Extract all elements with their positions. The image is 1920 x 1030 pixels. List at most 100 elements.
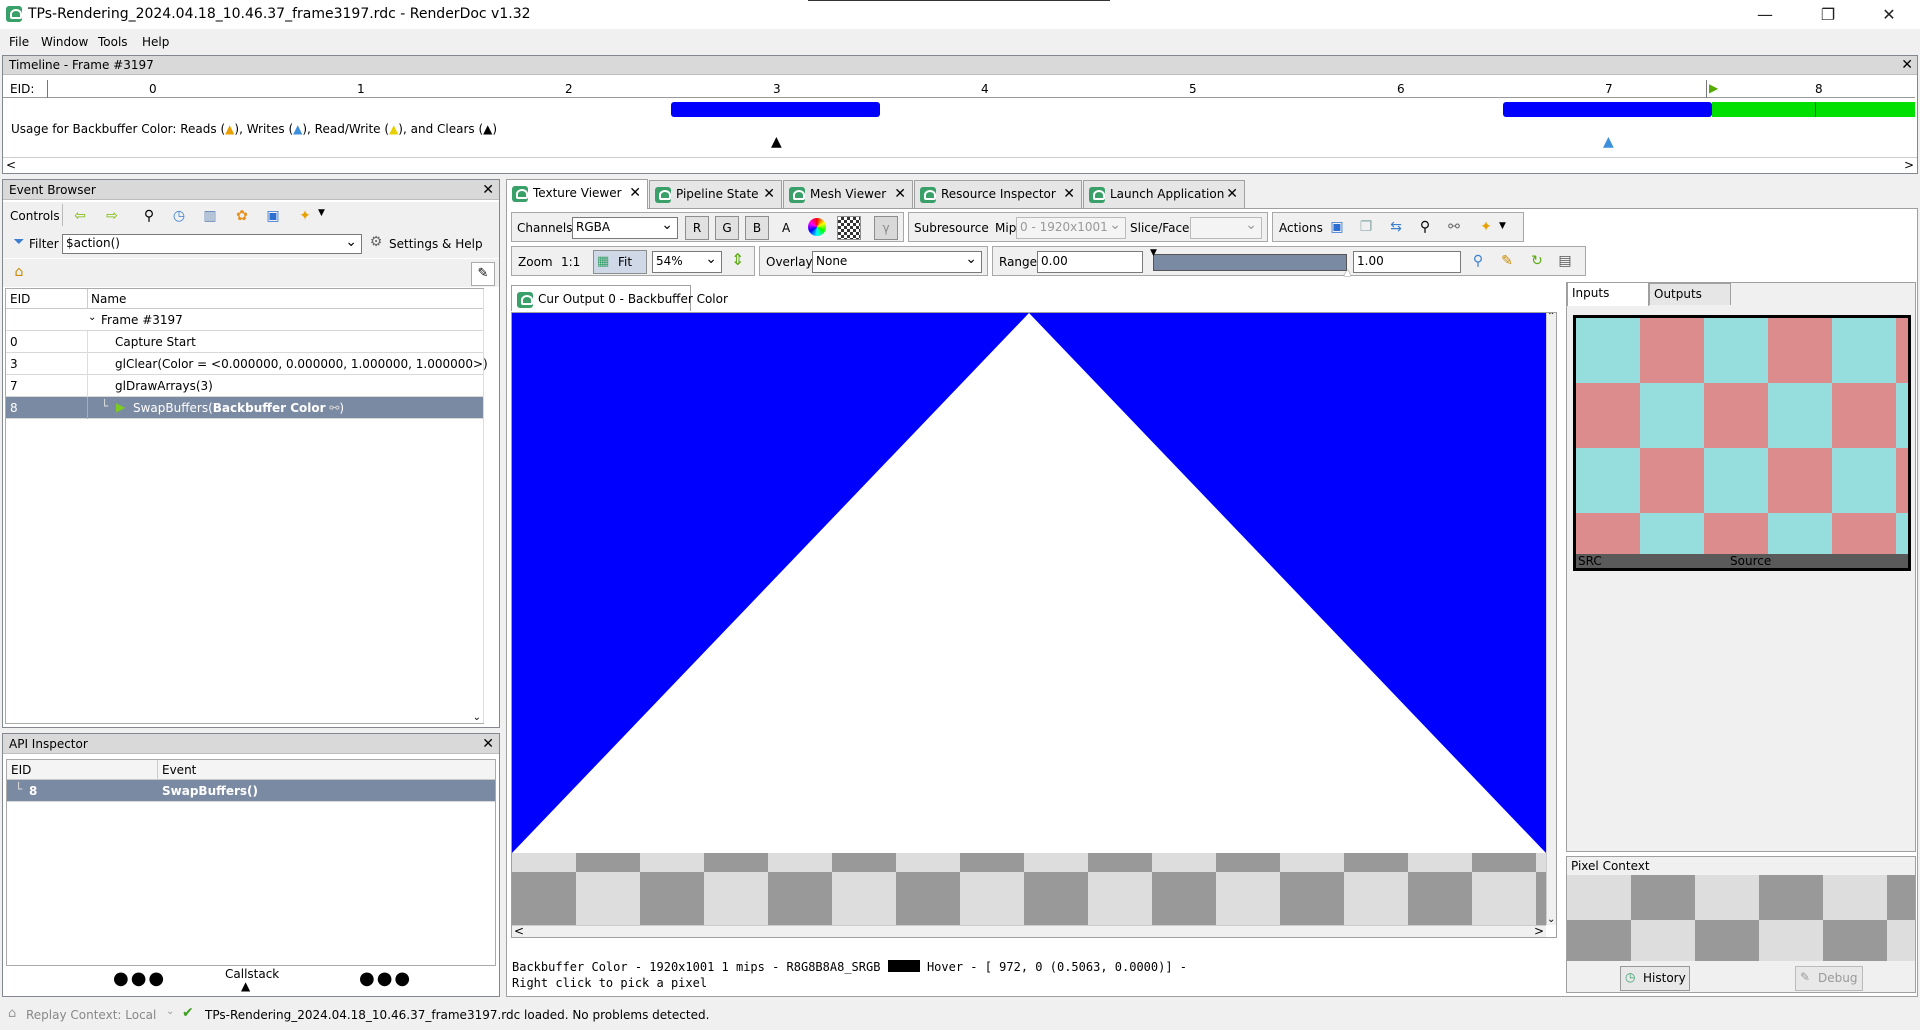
history-button[interactable]: ◷ History [1620,966,1690,991]
tab-outputs[interactable]: Outputs [1649,283,1731,305]
scroll-up-icon[interactable]: ⌃ [1547,313,1555,322]
home-bookmark-icon[interactable]: ⌂ [10,263,28,281]
input-thumbnail[interactable]: SRC Source [1573,315,1911,571]
texture-extensions-dropdown-icon[interactable]: ▼ [1499,221,1506,231]
resource-link-text[interactable]: Backbuffer Color [213,401,326,415]
tree-row[interactable]: 0 Capture Start [6,331,483,353]
autofit-range-icon[interactable]: ✎ [1498,252,1516,270]
scroll-down-icon[interactable]: ⌄ [1547,914,1555,925]
resource-link-icon[interactable]: ⚯ [326,401,339,415]
close-tab-icon[interactable]: ✕ [763,186,775,202]
col-event-header[interactable]: Event [162,763,196,777]
callstack-label[interactable]: Callstack [225,967,279,981]
scroll-left-icon[interactable]: < [514,924,524,937]
channel-b-toggle[interactable]: B [745,216,769,240]
debug-button[interactable]: ✎ Debug [1795,966,1863,991]
extensions-icon[interactable]: ✦ [296,207,314,225]
gamma-toggle[interactable]: γ [874,216,898,240]
filter-input[interactable]: $action() [62,234,362,254]
tab-cur-output[interactable]: Cur Output 0 - Backbuffer Color [511,285,728,311]
menu-tools[interactable]: Tools [98,35,128,49]
settings-help-link[interactable]: Settings & Help [389,237,483,251]
previous-event-icon[interactable]: ⇦ [71,207,89,225]
more-left-icon[interactable]: ●●● [113,968,166,989]
zoom-select[interactable]: 54% [652,251,722,273]
find-icon[interactable]: ⚲ [140,207,158,225]
col-eid-header[interactable]: EID [10,292,30,306]
save-texture-icon[interactable]: ▣ [1328,218,1346,236]
tree-row[interactable]: 7 glDrawArrays(3) [6,375,483,397]
timeline-block-swap[interactable] [1712,102,1915,117]
more-right-icon[interactable]: ●●● [359,968,412,989]
fit-toggle[interactable]: ▦ Fit [593,250,647,274]
tab-resource-inspector[interactable]: Resource Inspector ✕ [914,180,1082,208]
link-icon[interactable]: ⚯ [1445,218,1463,236]
channel-g-toggle[interactable]: G [715,216,739,240]
slice-face-select[interactable] [1190,217,1262,239]
replay-context-dropdown-icon[interactable]: ⌄ [166,1006,174,1017]
api-call-row[interactable]: └ 8 SwapBuffers() [7,780,495,802]
overlay-select[interactable]: None [812,251,982,273]
colorize-icon[interactable]: ✿ [233,207,251,225]
time-durations-icon[interactable]: ◷ [170,207,188,225]
channel-r-toggle[interactable]: R [685,216,709,240]
close-tab-icon[interactable]: ✕ [894,186,906,202]
range-histogram[interactable] [1153,254,1347,271]
col-name-header[interactable]: Name [91,292,126,306]
flip-y-icon[interactable]: ⇕ [731,250,744,269]
scroll-right-icon[interactable]: > [1534,924,1544,937]
zoom-1-1-button[interactable]: 1:1 [561,255,580,269]
tree-row-selected[interactable]: 8 └ ▶ SwapBuffers(Backbuffer Color ⚯) [6,397,483,419]
expand-chevron-icon[interactable]: ⌄ [88,312,96,323]
texture-extensions-icon[interactable]: ✦ [1477,218,1495,236]
channel-a-toggle[interactable]: A [782,221,790,235]
callstack-expand-icon[interactable]: ▲ [241,979,250,993]
zoom-range-icon[interactable]: ⚲ [1469,252,1487,270]
close-api-inspector-icon[interactable]: ✕ [482,737,494,751]
close-tab-icon[interactable]: ✕ [629,185,641,201]
close-window-button[interactable]: ✕ [1866,0,1912,29]
menu-help[interactable]: Help [142,35,169,49]
close-tab-icon[interactable]: ✕ [1226,186,1238,202]
tab-mesh-viewer[interactable]: Mesh Viewer ✕ [783,180,913,208]
range-min-handle-icon[interactable]: ▼ [1150,248,1157,258]
reset-range-icon[interactable]: ↻ [1528,252,1546,270]
mip-select[interactable]: 0 - 1920x1001 [1016,217,1126,239]
scroll-left-icon[interactable]: < [6,158,16,172]
menu-file[interactable]: File [9,35,29,49]
settings-gear-icon[interactable]: ⚙ [367,233,385,251]
open-texture-list-icon[interactable]: ❐ [1357,218,1375,236]
tree-scrollbar[interactable] [483,289,484,723]
timeline-block-draw[interactable] [1503,102,1712,117]
replay-context-label[interactable]: Replay Context: Local [26,1008,156,1022]
close-tab-icon[interactable]: ✕ [1063,186,1075,202]
color-wheel-icon[interactable] [808,218,826,236]
tree-row[interactable]: 3 glClear(Color = <0.000000, 0.000000, 1… [6,353,488,375]
view-texture-icon[interactable]: ⚲ [1416,218,1434,236]
channels-select[interactable]: RGBA [572,217,678,239]
scroll-right-icon[interactable]: > [1904,158,1914,172]
bookmark-icon[interactable]: ▥ [201,207,219,225]
edit-note-icon[interactable]: ✎ [471,262,495,286]
close-event-browser-icon[interactable]: ✕ [482,183,494,197]
tab-inputs[interactable]: Inputs [1567,282,1649,306]
extensions-dropdown-icon[interactable]: ▼ [318,208,325,218]
menu-window[interactable]: Window [41,35,88,49]
range-max-handle-icon[interactable]: ▲ [1344,268,1351,278]
timeline-scrollbar[interactable]: < > [3,157,1917,173]
range-min-input[interactable]: 0.00 [1037,251,1143,273]
tab-launch-application[interactable]: Launch Application ✕ [1083,180,1245,208]
restore-button[interactable]: ❐ [1805,0,1851,29]
goto-location-icon[interactable]: ⇆ [1387,218,1405,236]
tree-row-frame[interactable]: ⌄ Frame #3197 [6,309,483,331]
vertical-scrollbar[interactable]: ⌃ ⌄ [1546,313,1556,925]
tab-pipeline-state[interactable]: Pipeline State ✕ [649,180,782,208]
save-icon[interactable]: ▣ [264,207,282,225]
checkerboard-toggle-icon[interactable] [837,216,861,240]
minimize-button[interactable]: — [1742,0,1788,29]
next-event-icon[interactable]: ⇨ [103,207,121,225]
tab-texture-viewer[interactable]: Texture Viewer ✕ [506,179,648,209]
close-timeline-icon[interactable]: ✕ [1901,58,1913,72]
texture-canvas[interactable]: ⌃ ⌄ < > [511,312,1557,938]
tree-scroll-down-icon[interactable]: ⌄ [473,712,481,723]
